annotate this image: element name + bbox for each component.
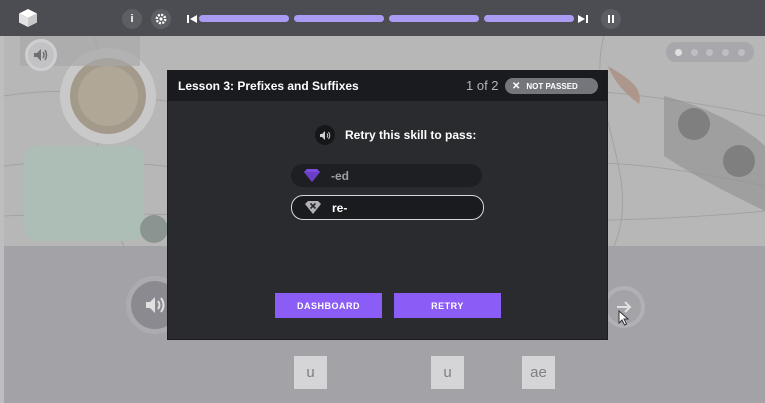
status-badge-label: NOT PASSED (526, 81, 578, 91)
close-icon: ✕ (512, 80, 521, 92)
retry-prompt-row: Retry this skill to pass: (315, 125, 476, 145)
gem-icon (304, 169, 320, 182)
retry-button[interactable]: RETRY (394, 293, 501, 318)
skill-label: re- (332, 200, 348, 215)
skip-back-icon[interactable] (186, 13, 198, 25)
mouse-cursor-icon (618, 310, 630, 326)
top-toolbar: i (0, 0, 765, 36)
pause-icon (608, 15, 614, 23)
retry-audio-button[interactable] (315, 125, 335, 145)
info-button[interactable]: i (122, 9, 142, 29)
dialog-title: Lesson 3: Prefixes and Suffixes (178, 79, 359, 93)
pause-button[interactable] (601, 9, 621, 29)
progress-segment (484, 15, 574, 22)
skill-item-failed[interactable]: re- (291, 195, 484, 220)
progress-segment (294, 15, 384, 22)
gem-x-icon (305, 201, 321, 214)
lesson-result-dialog: Lesson 3: Prefixes and Suffixes 1 of 2 ✕… (168, 71, 607, 339)
skill-label: -ed (331, 168, 349, 183)
cube-icon[interactable] (18, 8, 38, 28)
retry-prompt: Retry this skill to pass: (345, 128, 477, 142)
dashboard-button[interactable]: DASHBOARD (275, 293, 382, 318)
speaker-icon (319, 130, 330, 140)
dialog-header: Lesson 3: Prefixes and Suffixes 1 of 2 ✕… (168, 71, 607, 101)
lesson-count: 1 of 2 (466, 78, 499, 93)
settings-button[interactable] (151, 9, 171, 29)
skip-forward-icon[interactable] (577, 13, 589, 25)
status-badge: ✕ NOT PASSED (505, 78, 598, 94)
skill-item-passed: -ed (291, 164, 482, 187)
info-label: i (130, 13, 134, 25)
progress-segment (389, 15, 479, 22)
gear-icon (155, 13, 167, 25)
progress-segment (199, 15, 289, 22)
